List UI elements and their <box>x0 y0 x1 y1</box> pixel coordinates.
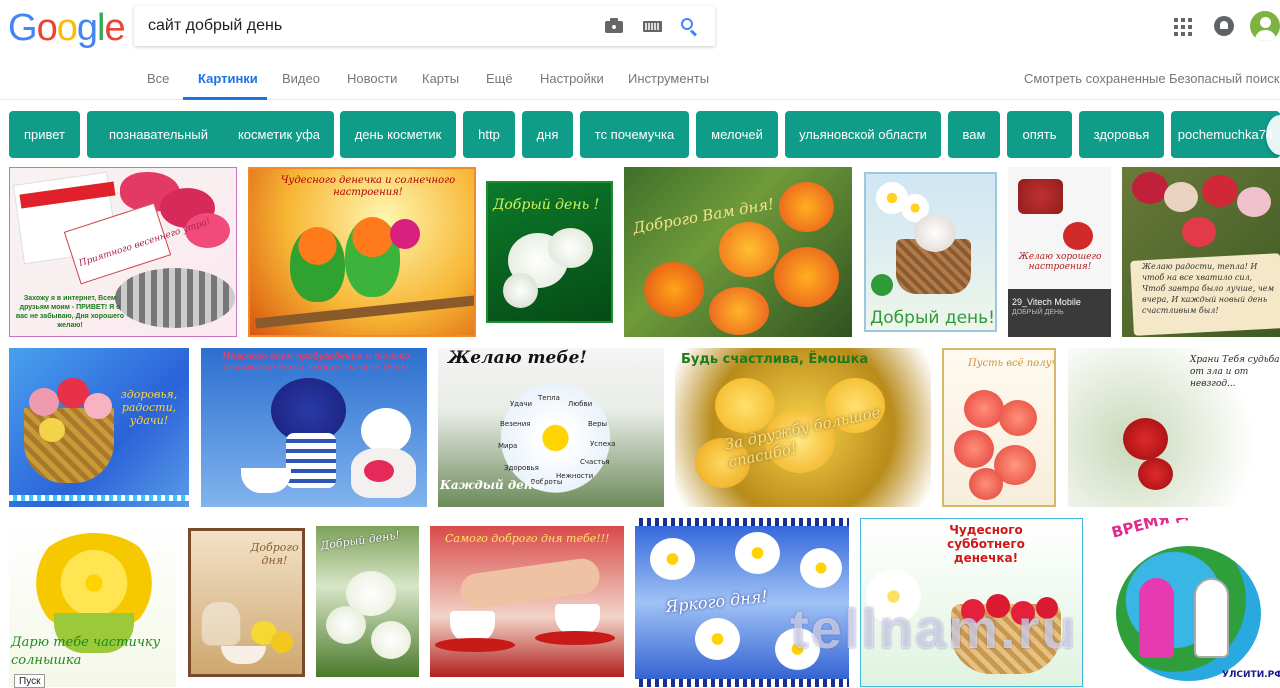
image-result[interactable]: Добрый день! <box>316 526 419 677</box>
image-caption: Пусть всё получается <box>968 358 1056 369</box>
logo-letter: e <box>104 7 125 49</box>
image-caption: Желаю радости, тепла! И чтоб на все хват… <box>1142 262 1275 315</box>
image-caption: Захожу я в интернет, Всем друзьям моим -… <box>15 295 125 329</box>
image-caption: Яркого дня! <box>664 586 769 617</box>
safe-search-link[interactable]: Безопасный поиск <box>1169 71 1280 86</box>
search-input[interactable] <box>148 15 588 37</box>
chip[interactable]: вам <box>948 111 1000 158</box>
chip[interactable]: http <box>463 111 515 158</box>
image-result[interactable]: Приятного весеннего утра! Захожу я в инт… <box>9 167 237 337</box>
avatar[interactable] <box>1250 11 1280 41</box>
related-chips: привет познавательный косметик уфа день … <box>0 111 1280 159</box>
notifications-icon[interactable] <box>1214 16 1234 36</box>
image-result[interactable]: здоровья, радости, удачи! <box>9 348 189 507</box>
image-result[interactable]: Дарю тебе частичку солнышка <box>9 518 176 687</box>
chip[interactable]: познавательный <box>87 111 230 158</box>
search-icon[interactable] <box>679 16 699 37</box>
logo-letter: g <box>76 7 98 49</box>
logo-letter: l <box>96 7 106 49</box>
logo-letter: o <box>56 7 78 49</box>
image-result[interactable]: ВРЕМЯ ДЕЛАТЬ ДОБРО УЛСИТИ.РФ <box>1094 518 1280 687</box>
image-caption: Здоровья <box>504 464 539 472</box>
image-result[interactable]: Доброго дня! <box>188 528 305 677</box>
safe-search-label: Безопасный поиск <box>1169 71 1280 86</box>
image-result[interactable]: Доброго Вам дня! <box>624 167 852 337</box>
chip[interactable]: мелочей <box>696 111 778 158</box>
tab-video[interactable]: Видео <box>282 71 320 86</box>
image-result[interactable]: Желаю радости, тепла! И чтоб на все хват… <box>1122 167 1280 337</box>
image-caption: Доброго дня! <box>250 541 299 567</box>
image-caption: Веры <box>588 420 608 428</box>
watermark: tellnam.ru <box>790 597 1078 660</box>
image-caption: Мира <box>498 442 518 450</box>
image-caption: Удачи <box>510 400 533 408</box>
image-caption: Любви <box>568 400 593 408</box>
image-result[interactable]: Пусть всё получается <box>942 348 1056 507</box>
image-caption: Желаю тебе! <box>448 348 587 368</box>
tab-more[interactable]: Ещё <box>486 71 513 86</box>
chip[interactable]: день косметик <box>340 111 456 158</box>
chip[interactable]: косметик уфа <box>224 111 334 158</box>
chip[interactable]: дня <box>522 111 573 158</box>
start-tooltip: Пуск <box>14 674 46 688</box>
image-caption: ВРЕМЯ ДЕЛАТЬ ДОБРО <box>1110 518 1280 542</box>
image-caption: Дарю тебе частичку солнышка <box>11 635 161 668</box>
keyboard-icon[interactable] <box>643 16 663 36</box>
chip[interactable]: тс почемучка <box>580 111 689 158</box>
camera-icon[interactable] <box>604 16 624 36</box>
image-result[interactable]: Добрый день! <box>864 172 997 332</box>
image-result[interactable]: Нежного всем пробуждения и только положи… <box>201 348 427 507</box>
image-caption: Каждый день! <box>440 478 546 492</box>
image-caption: Везения <box>500 420 531 428</box>
image-result[interactable]: Будь счастлива, Ёмошка За дружбу большое… <box>675 348 931 507</box>
image-source-sub: ДОБРЫЙ ДЕНЬ <box>1012 309 1064 316</box>
tab-maps[interactable]: Карты <box>422 71 459 86</box>
search-box <box>134 6 715 46</box>
saved-images-link[interactable]: Смотреть сохраненные <box>1024 71 1166 86</box>
tab-news[interactable]: Новости <box>347 71 397 86</box>
image-caption: Чудесного денечка и солнечного настроени… <box>280 175 456 198</box>
search-tabs: Все Картинки Видео Новости Карты Ещё Нас… <box>0 62 1280 100</box>
image-result[interactable]: Чудесного денечка и солнечного настроени… <box>248 167 476 337</box>
chip[interactable]: опять <box>1007 111 1072 158</box>
image-caption: Будь счастлива, Ёмошка <box>681 352 869 367</box>
image-result[interactable]: Самого доброго дня тебе!!! <box>430 526 624 677</box>
apps-grid-icon[interactable] <box>1174 18 1192 36</box>
tab-tools[interactable]: Инструменты <box>628 71 709 86</box>
image-caption: Самого доброго дня тебе!!! <box>445 532 610 545</box>
image-result[interactable]: Желаю тебе! Удачи Любви Веры Успеха Счас… <box>438 348 664 507</box>
image-caption: Нежного всем пробуждения и только положи… <box>222 352 410 373</box>
logo-letter: o <box>36 7 58 49</box>
image-result[interactable]: Желаю хорошего настроения! 29_Vitech Mob… <box>1008 167 1111 337</box>
image-caption: Добрый день! <box>870 308 995 328</box>
logo-letter: G <box>8 7 38 49</box>
image-caption: Успеха <box>590 440 616 448</box>
image-source-user: 29_Vitech Mobile <box>1012 297 1081 307</box>
image-caption: Добрый день! <box>319 528 401 553</box>
image-caption: здоровья, радости, удачи! <box>120 388 178 427</box>
image-caption: Желаю хорошего настроения! <box>1018 252 1102 272</box>
image-source-overlay: 29_Vitech Mobile ДОБРЫЙ ДЕНЬ <box>1008 289 1111 337</box>
google-logo[interactable]: Google <box>8 7 126 50</box>
active-tab-indicator <box>183 97 267 100</box>
image-caption: Храни Тебя судьба от зла и от невзгод... <box>1190 355 1280 389</box>
header: Google Все Картинки Видео Новости Карты … <box>0 0 1280 100</box>
image-caption: Счастья <box>580 458 610 466</box>
chip[interactable]: здоровья <box>1079 111 1164 158</box>
image-caption: Чудесного субботнего денечка! <box>947 523 1025 565</box>
tab-images[interactable]: Картинки <box>198 71 258 86</box>
chip[interactable]: привет <box>9 111 80 158</box>
image-caption: УЛСИТИ.РФ <box>1222 670 1280 680</box>
chip[interactable]: ульяновской области <box>785 111 941 158</box>
image-caption: Тепла <box>538 394 560 402</box>
chip[interactable]: pochemuchka74 <box>1171 111 1280 158</box>
image-caption: Добрый день ! <box>493 197 600 213</box>
image-result[interactable]: Храни Тебя судьба от зла и от невзгод... <box>1068 348 1280 507</box>
tab-settings[interactable]: Настройки <box>540 71 604 86</box>
image-result[interactable]: Добрый день ! <box>486 181 613 323</box>
tab-all[interactable]: Все <box>147 71 169 86</box>
